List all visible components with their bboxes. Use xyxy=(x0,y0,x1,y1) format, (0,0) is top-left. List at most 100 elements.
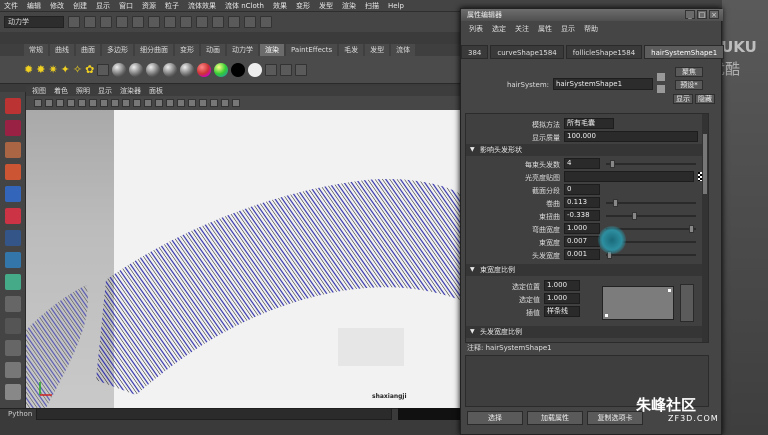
attr-value-field[interactable]: 0.001 xyxy=(564,249,600,260)
ipr-render-icon[interactable] xyxy=(244,16,256,28)
show-button[interactable]: 显示 xyxy=(673,94,693,104)
shelf-tab-9[interactable]: PaintEffects xyxy=(286,44,338,56)
bottom-button-0[interactable]: 选择 xyxy=(467,411,523,425)
menu-item-11[interactable]: 变形 xyxy=(296,1,310,11)
attr-value-field[interactable]: 0.113 xyxy=(564,197,600,208)
wireframe-icon[interactable] xyxy=(155,99,163,107)
frame-hair-width-scale[interactable]: 头发宽度比例 xyxy=(466,326,708,338)
area-light-icon[interactable]: ✦ xyxy=(61,63,70,76)
select-hierarchy-icon[interactable] xyxy=(116,16,128,28)
lighting-icon[interactable] xyxy=(199,99,207,107)
viewport-menu-item-0[interactable]: 视图 xyxy=(32,86,46,96)
presets-button[interactable]: 预设* xyxy=(675,80,703,90)
hide-button[interactable]: 隐藏 xyxy=(695,94,715,104)
menu-item-7[interactable]: 粒子 xyxy=(165,1,179,11)
render-view-icon[interactable] xyxy=(295,63,308,76)
shelf-tab-12[interactable]: 流体 xyxy=(391,44,416,56)
ramp-shader-icon[interactable] xyxy=(197,62,212,77)
paint-select-icon[interactable] xyxy=(5,142,21,158)
attr-slider[interactable] xyxy=(606,212,696,220)
display-quality-field[interactable]: 100.000 xyxy=(564,131,698,142)
node-tab-0[interactable]: 384 xyxy=(461,45,489,59)
xray-icon[interactable] xyxy=(221,99,229,107)
safe-title-icon[interactable] xyxy=(144,99,152,107)
shelf-tab-3[interactable]: 多边形 xyxy=(102,44,133,56)
menu-item-2[interactable]: 修改 xyxy=(50,1,64,11)
shelf-tab-2[interactable]: 曲面 xyxy=(76,44,100,56)
menu-item-3[interactable]: 创建 xyxy=(73,1,87,11)
manipulator-icon[interactable] xyxy=(5,230,21,246)
attr-value-field[interactable]: -0.338 xyxy=(564,210,600,221)
lasso-tool-icon[interactable] xyxy=(5,120,21,136)
mode-combo[interactable]: 动力学 xyxy=(4,16,64,28)
editor-menu-item-2[interactable]: 关注 xyxy=(515,24,529,34)
texture-icon[interactable] xyxy=(188,99,196,107)
menu-item-4[interactable]: 显示 xyxy=(96,1,110,11)
smooth-shade-icon[interactable] xyxy=(166,99,174,107)
select-tool-icon[interactable] xyxy=(5,98,21,114)
flat-shade-icon[interactable] xyxy=(177,99,185,107)
shelf-tab-7[interactable]: 动力学 xyxy=(227,44,258,56)
resolution-gate-icon[interactable] xyxy=(100,99,108,107)
move-tool-icon[interactable] xyxy=(5,164,21,180)
attr-value-field[interactable] xyxy=(564,171,694,182)
frame-clump-hair-shape[interactable]: 影响头发形状 xyxy=(466,144,708,156)
slider-knob[interactable] xyxy=(689,225,695,233)
menu-item-15[interactable]: Help xyxy=(388,2,404,10)
layered-shader-icon[interactable] xyxy=(280,63,293,76)
viewport-menu-item-1[interactable]: 着色 xyxy=(54,86,68,96)
attr-value-field[interactable]: 1.000 xyxy=(544,293,580,304)
checker-texture-icon[interactable] xyxy=(265,63,278,76)
menu-item-8[interactable]: 流体效果 xyxy=(188,1,216,11)
node-name-field[interactable]: hairSystemShape1 xyxy=(553,78,653,90)
shelf-tab-8[interactable]: 渲染 xyxy=(260,44,284,56)
editor-menu-item-1[interactable]: 选定 xyxy=(492,24,506,34)
camera-attrs-icon[interactable] xyxy=(45,99,53,107)
shelf-tab-6[interactable]: 动画 xyxy=(201,44,225,56)
spot-light-icon[interactable]: ✷ xyxy=(48,63,57,76)
layout-persp-icon[interactable] xyxy=(5,340,21,356)
viewport-menu-item-4[interactable]: 渲染器 xyxy=(120,86,141,96)
new-scene-icon[interactable] xyxy=(68,16,80,28)
blinn-sphere-icon[interactable] xyxy=(129,62,144,77)
editor-menu-item-5[interactable]: 帮助 xyxy=(584,24,598,34)
attribute-scrollbar[interactable] xyxy=(702,114,708,342)
slider-knob[interactable] xyxy=(610,160,616,168)
attr-value-field[interactable]: 4 xyxy=(564,158,600,169)
phong-sphere-icon[interactable] xyxy=(146,62,161,77)
menu-item-5[interactable]: 窗口 xyxy=(119,1,133,11)
directional-light-icon[interactable]: ✸ xyxy=(36,63,45,76)
shelf-tab-5[interactable]: 变形 xyxy=(175,44,199,56)
frame-clump-width-scale[interactable]: 束宽度比例 xyxy=(466,264,708,276)
python-command-line[interactable] xyxy=(36,408,392,420)
viewport-menu-item-5[interactable]: 面板 xyxy=(149,86,163,96)
close-icon[interactable]: × xyxy=(709,10,719,19)
ramp-point-bottom[interactable] xyxy=(605,314,608,317)
input-connection-icon[interactable] xyxy=(657,73,665,81)
isolate-icon[interactable] xyxy=(232,99,240,107)
viewport-menu-item-3[interactable]: 显示 xyxy=(98,86,112,96)
output-connection-icon[interactable] xyxy=(657,85,665,93)
phonge-sphere-icon[interactable] xyxy=(163,62,178,77)
slider-knob[interactable] xyxy=(631,212,637,220)
render-icon[interactable] xyxy=(228,16,240,28)
menu-item-10[interactable]: 效果 xyxy=(273,1,287,11)
snap-curve-icon[interactable] xyxy=(180,16,192,28)
attr-value-field[interactable]: 1.000 xyxy=(544,280,580,291)
maximize-icon[interactable]: □ xyxy=(697,10,707,19)
point-light-icon[interactable]: ✹ xyxy=(24,63,33,76)
attr-slider[interactable] xyxy=(606,251,696,259)
open-scene-icon[interactable] xyxy=(84,16,96,28)
editor-menu-item-4[interactable]: 显示 xyxy=(561,24,575,34)
menu-item-6[interactable]: 资源 xyxy=(142,1,156,11)
menu-item-14[interactable]: 扫描 xyxy=(365,1,379,11)
camera-icon[interactable] xyxy=(97,63,110,76)
focus-button[interactable]: 聚焦 xyxy=(675,67,703,77)
layout-hypershade-icon[interactable] xyxy=(5,362,21,378)
layout-graph-icon[interactable] xyxy=(5,318,21,334)
select-object-icon[interactable] xyxy=(132,16,144,28)
layout-single-icon[interactable] xyxy=(5,252,21,268)
shelf-tab-10[interactable]: 毛发 xyxy=(339,44,364,56)
ambient-light-icon[interactable]: ✿ xyxy=(85,63,94,76)
image-plane-icon[interactable] xyxy=(67,99,75,107)
